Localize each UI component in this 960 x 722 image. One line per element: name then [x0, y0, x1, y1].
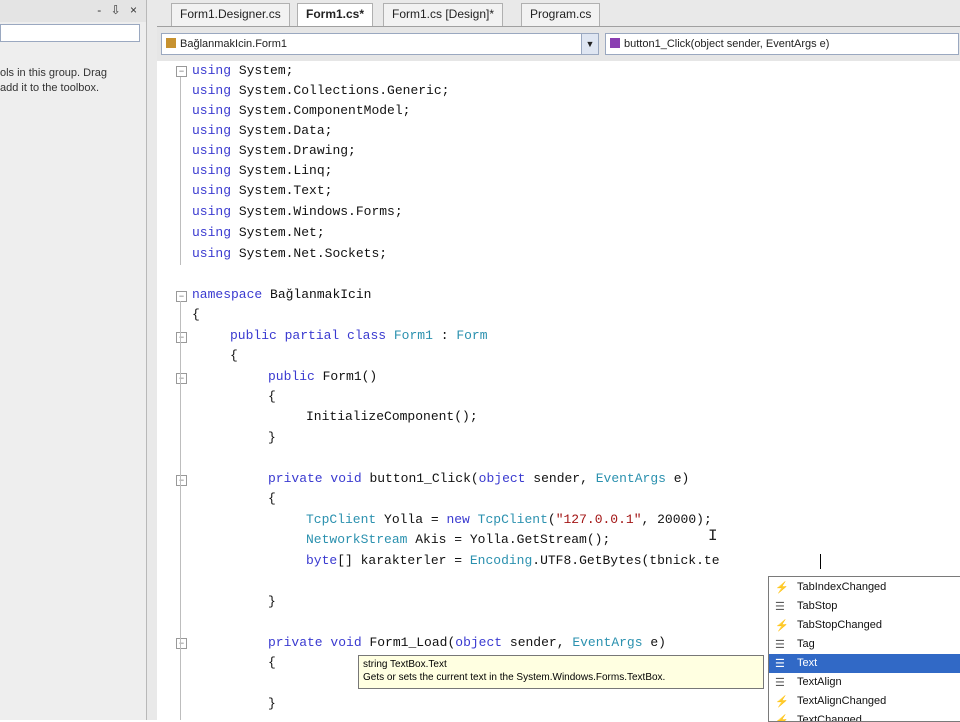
- completion-item[interactable]: ⚡ TabStopChanged: [769, 616, 960, 635]
- code-line: }: [268, 430, 276, 445]
- editor-gutter: [157, 61, 171, 720]
- collapse-icon[interactable]: −: [176, 332, 187, 343]
- class-icon: [166, 38, 176, 48]
- completion-item[interactable]: ⚡ TextChanged: [769, 711, 960, 722]
- code-line: {: [230, 348, 238, 363]
- code-line: using System.Windows.Forms;: [192, 204, 403, 219]
- tab-program-cs[interactable]: Program.cs: [521, 3, 601, 26]
- panel-splitter[interactable]: [147, 0, 157, 720]
- code-line: namespace BağlanmakIcin: [192, 287, 372, 302]
- code-line: InitializeComponent();: [306, 409, 478, 424]
- code-line: NetworkStream Akis = Yolla.GetStream();: [306, 532, 611, 547]
- code-line: using System.Net;: [192, 225, 325, 240]
- code-line: {: [192, 307, 200, 322]
- code-line: using System.Text;: [192, 183, 333, 198]
- property-icon: ☰: [775, 677, 785, 689]
- quickinfo-tooltip: string TextBox.Text Gets or sets the cur…: [358, 655, 764, 689]
- method-icon: [610, 38, 620, 48]
- completion-item-selected[interactable]: ☰ Text: [769, 654, 960, 673]
- toolbox-header: - ⇩ ×: [0, 0, 146, 22]
- code-line: using System.Net.Sockets;: [192, 246, 388, 261]
- completion-item[interactable]: ⚡ TabIndexChanged: [769, 578, 960, 597]
- navigation-bar: BağlanmakIcin.Form1 ▼ button1_Click(obje…: [157, 27, 960, 61]
- event-icon: ⚡: [775, 696, 789, 708]
- event-icon: ⚡: [775, 582, 789, 594]
- code-line: TcpClient Yolla = new TcpClient("127.0.0…: [306, 512, 712, 527]
- property-icon: ☰: [775, 601, 785, 613]
- code-line: {: [268, 389, 276, 404]
- type-combo[interactable]: BağlanmakIcin.Form1 ▼: [161, 33, 599, 55]
- ibeam-cursor-icon: I: [708, 527, 718, 545]
- toolbox-search-box[interactable]: [0, 24, 140, 42]
- code-line: using System.Linq;: [192, 163, 333, 178]
- completion-item[interactable]: ☰ TabStop: [769, 597, 960, 616]
- code-line: {: [268, 655, 276, 670]
- code-line: using System.Data;: [192, 123, 333, 138]
- completion-list[interactable]: ⚡ TabIndexChanged ☰ TabStop ⚡ TabStopChange…: [768, 576, 960, 722]
- event-icon: ⚡: [775, 620, 789, 632]
- code-line: using System.Collections.Generic;: [192, 83, 450, 98]
- pin-icon[interactable]: - ⇩ ×: [97, 3, 140, 17]
- completion-item[interactable]: ☰ TextAlign: [769, 673, 960, 692]
- tab-form1-designer[interactable]: Form1.Designer.cs: [171, 3, 290, 26]
- completion-item[interactable]: ⚡ TextAlignChanged: [769, 692, 960, 711]
- chevron-down-icon[interactable]: ▼: [581, 34, 598, 54]
- toolbox-panel: - ⇩ × ols in this group. Drag add it to …: [0, 0, 147, 720]
- tab-form1-design[interactable]: Form1.cs [Design]*: [383, 3, 504, 26]
- code-line: byte[] karakterler = Encoding.UTF8.GetBy…: [306, 553, 720, 568]
- code-line: public Form1(): [268, 369, 378, 384]
- code-line: public partial class Form1 : Form: [230, 328, 488, 343]
- collapse-icon[interactable]: −: [176, 475, 187, 486]
- collapse-icon[interactable]: −: [176, 373, 187, 384]
- member-combo[interactable]: button1_Click(object sender, EventArgs e…: [605, 33, 959, 55]
- event-icon: ⚡: [775, 715, 789, 722]
- tab-form1-cs[interactable]: Form1.cs*: [297, 3, 374, 26]
- collapse-icon[interactable]: −: [176, 291, 187, 302]
- document-tab-strip: Form1.Designer.cs Form1.cs* Form1.cs [De…: [157, 0, 960, 27]
- collapse-icon[interactable]: −: [176, 638, 187, 649]
- code-line: }: [268, 696, 276, 711]
- code-line: private void button1_Click(object sender…: [268, 471, 690, 486]
- code-line: private void Form1_Load(object sender, E…: [268, 635, 666, 650]
- code-line: using System.Drawing;: [192, 143, 356, 158]
- code-line: {: [268, 491, 276, 506]
- code-line: using System.ComponentModel;: [192, 103, 411, 118]
- toolbox-empty-message: ols in this group. Drag add it to the to…: [0, 67, 107, 94]
- text-caret: [820, 554, 821, 569]
- code-line: using System;: [192, 63, 294, 78]
- code-line: }: [268, 594, 276, 609]
- property-icon: ☰: [775, 639, 785, 651]
- completion-item[interactable]: ☰ Tag: [769, 635, 960, 654]
- collapse-icon[interactable]: −: [176, 66, 187, 77]
- property-icon: ☰: [775, 658, 785, 670]
